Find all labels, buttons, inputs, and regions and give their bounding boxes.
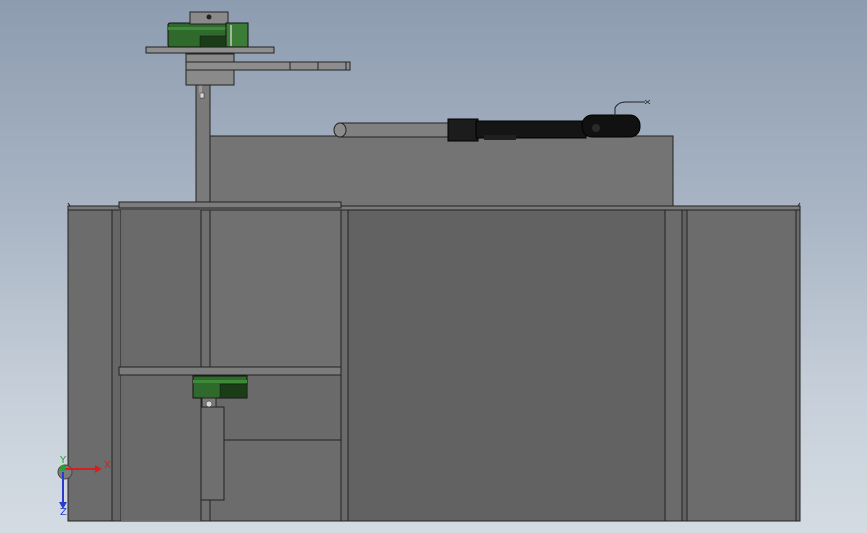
triad-z-label: Z xyxy=(60,507,67,518)
vertical-shaft[interactable] xyxy=(195,83,211,203)
triad-x-label: X xyxy=(104,460,111,471)
top-collar-assembly[interactable] xyxy=(145,46,351,86)
top-motor[interactable] xyxy=(167,11,249,48)
left-bay-structure[interactable] xyxy=(118,201,342,522)
triad-y-label: Y xyxy=(59,455,67,466)
cad-viewport[interactable]: X Y Z xyxy=(0,0,867,533)
linear-actuator[interactable] xyxy=(333,99,651,142)
upper-housing[interactable] xyxy=(209,135,674,210)
